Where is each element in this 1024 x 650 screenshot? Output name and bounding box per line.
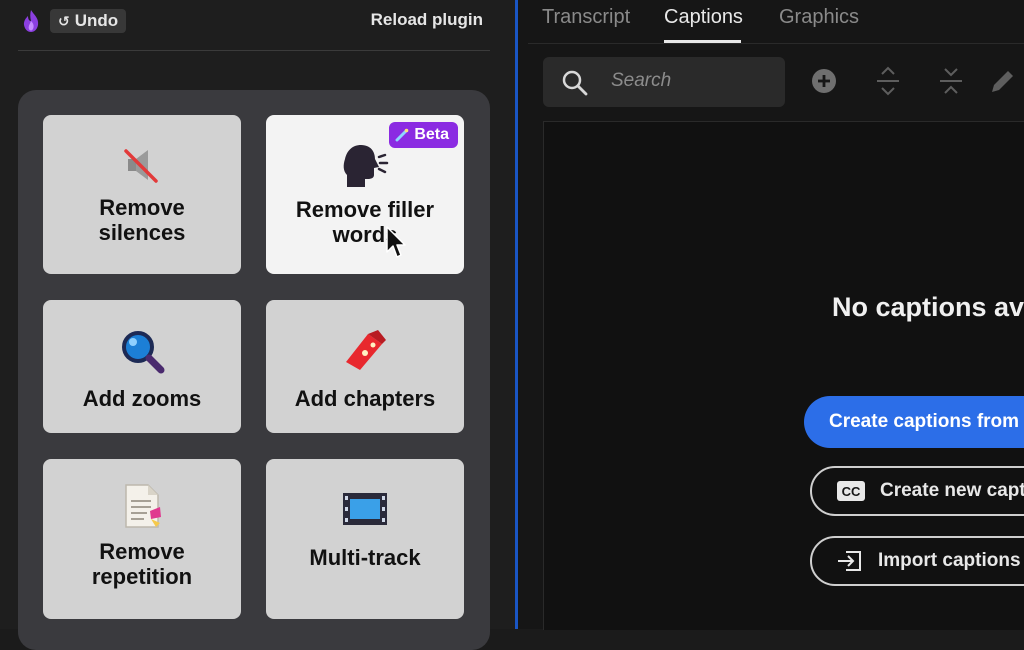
add-chapters-tile[interactable]: Add chapters (266, 300, 464, 433)
tab-graphics[interactable]: Graphics (779, 6, 859, 29)
film-strip-icon (343, 493, 387, 525)
create-captions-from-transcript-button[interactable]: Create captions from t (804, 396, 1024, 448)
empty-state-message: No captions ava (832, 292, 1024, 322)
add-circle-icon[interactable] (807, 64, 841, 98)
mouse-cursor-icon (386, 226, 406, 258)
merge-captions-icon[interactable] (934, 64, 968, 98)
undo-button[interactable]: ↺ Undo (50, 9, 127, 33)
svg-text:CC: CC (842, 484, 861, 499)
search-icon (562, 70, 588, 96)
tile-label: Add zooms (82, 386, 202, 411)
search-box[interactable]: Search (543, 57, 785, 107)
undo-label: Undo (74, 11, 119, 30)
tile-label: silences (98, 220, 186, 245)
tools-grid: Remove silences Beta Remove filler words (18, 90, 490, 650)
tab-transcript[interactable]: Transcript (542, 6, 630, 29)
beta-label: Beta (414, 126, 449, 143)
tile-label: Multi-track (309, 545, 421, 570)
tile-label: Remove (99, 539, 185, 564)
remove-silences-tile[interactable]: Remove silences (43, 115, 241, 274)
tile-label: Remove filler (295, 197, 435, 222)
tile-label: words (332, 222, 398, 247)
add-zooms-tile[interactable]: Add zooms (43, 300, 241, 433)
import-captions-label: Import captions (878, 550, 1021, 571)
divider (528, 43, 1024, 44)
remove-filler-words-tile[interactable]: Beta Remove filler words (266, 115, 464, 274)
pencil-icon[interactable] (986, 64, 1020, 98)
reload-plugin-button[interactable]: Reload plugin (371, 10, 483, 30)
tab-captions[interactable]: Captions (664, 6, 743, 29)
flame-logo-icon (23, 10, 39, 32)
bookmark-ribbon-icon (346, 330, 386, 370)
multi-track-tile[interactable]: Multi-track (266, 459, 464, 619)
beta-badge: Beta (389, 122, 458, 148)
import-icon (838, 551, 861, 571)
plugin-panel: ↺ Undo Reload plugin Remove silences Bet… (0, 0, 515, 650)
speaking-head-icon (343, 145, 389, 187)
panel-tabs: Transcript Captions Graphics (518, 0, 1024, 44)
wand-icon (395, 128, 409, 142)
document-icon (125, 484, 161, 528)
import-captions-button[interactable]: Import captions (810, 536, 1024, 586)
search-placeholder: Search (611, 70, 672, 91)
cc-icon: CC (837, 481, 865, 501)
tile-label: Remove (99, 195, 185, 220)
create-new-captions-label: Create new capti (880, 480, 1024, 501)
split-caption-icon[interactable] (871, 64, 905, 98)
divider (18, 50, 490, 51)
remove-repetition-tile[interactable]: Remove repetition (43, 459, 241, 619)
create-new-captions-button[interactable]: CC Create new capti (810, 466, 1024, 516)
plugin-toolbar: ↺ Undo Reload plugin (0, 0, 515, 50)
tile-label: Add chapters (294, 386, 436, 411)
tile-label: repetition (91, 564, 193, 589)
muted-speaker-icon (124, 149, 158, 183)
undo-icon: ↺ (58, 13, 70, 29)
magnifier-icon (122, 331, 165, 374)
